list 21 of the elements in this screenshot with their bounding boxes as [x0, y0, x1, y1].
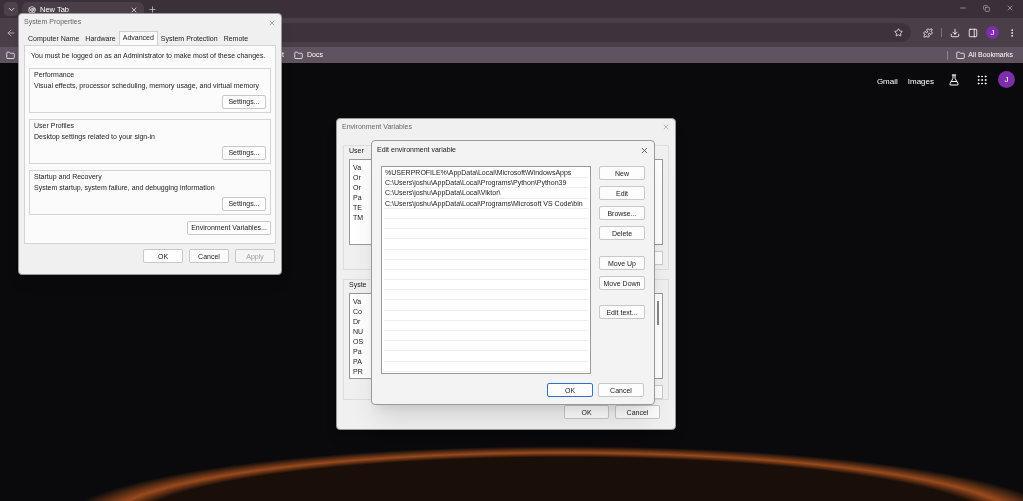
folder-icon	[293, 50, 303, 60]
profile-avatar[interactable]: J	[986, 26, 999, 39]
header-link[interactable]: Images	[907, 76, 934, 88]
tab-list-button[interactable]	[4, 2, 18, 16]
folder-icon	[956, 50, 966, 60]
apps-grid-icon[interactable]	[976, 74, 988, 86]
folder-icon[interactable]	[6, 50, 15, 60]
restore-icon[interactable]	[983, 5, 990, 12]
side-panel-icon[interactable]	[968, 27, 978, 38]
star-icon[interactable]	[894, 28, 903, 37]
close-icon[interactable]	[1006, 4, 1014, 12]
download-icon[interactable]	[950, 27, 960, 38]
back-icon[interactable]	[6, 27, 16, 38]
close-icon[interactable]	[640, 145, 649, 155]
new-tab-icon[interactable]	[148, 5, 157, 14]
profile-avatar[interactable]: J	[998, 71, 1015, 88]
extensions-icon[interactable]	[923, 27, 933, 38]
header-link[interactable]: Gmail	[876, 76, 898, 88]
chrome-icon	[28, 6, 36, 14]
flask-icon[interactable]	[948, 74, 960, 86]
scrollbar[interactable]	[657, 300, 659, 325]
